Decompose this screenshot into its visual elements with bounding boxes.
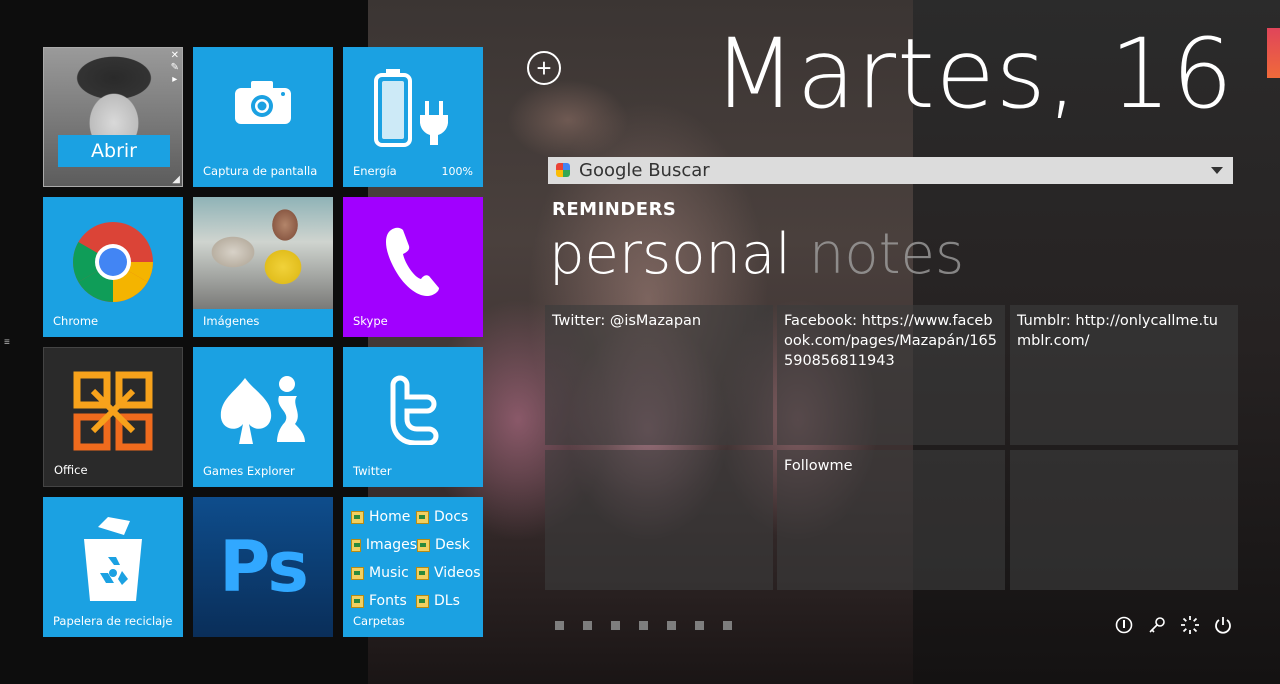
office-icon [44,348,182,473]
phone-icon [343,197,483,327]
accent-edge-strip [1267,28,1280,78]
page-dot[interactable] [667,621,676,630]
folder-icon [351,510,364,524]
folder-link-dls[interactable]: DLs [416,593,481,609]
folder-link-images[interactable]: Images [351,537,417,553]
note-card[interactable]: Followme [777,450,1005,590]
folder-icon [351,538,361,552]
tile-label: Captura de pantalla [203,164,318,178]
folder-icon [416,594,429,608]
folder-icon [351,594,364,608]
folder-link-docs[interactable]: Docs [416,509,481,525]
page-dot[interactable] [695,621,704,630]
resize-grip-icon[interactable]: ◢ [172,174,180,185]
search-engine-select[interactable]: Google Buscar [548,157,1233,184]
chrome-icon [43,197,183,327]
page-dot[interactable] [555,621,564,630]
battery-percent: 100% [441,165,473,178]
tile-photoshop[interactable]: Ps [193,497,333,637]
settings-icon[interactable] [1180,615,1200,635]
twitter-icon [343,347,483,472]
tile-chrome[interactable]: Chrome [43,197,183,337]
info-icon[interactable] [1114,615,1134,635]
folder-link-videos[interactable]: Videos [416,565,481,581]
key-icon[interactable] [1147,615,1167,635]
tile-label: Imágenes [203,314,260,328]
drag-handle-icon[interactable]: ≡ [4,337,10,348]
folder-link-desk[interactable]: Desk [417,537,481,553]
page-indicator [555,621,751,630]
tile-label: Skype [353,314,388,328]
user-tile[interactable]: ✕ ✎ ▸ Abrir ◢ [43,47,183,187]
plus-icon: + [536,53,552,83]
tile-label: Games Explorer [203,464,295,478]
google-icon [556,163,570,177]
battery-icon [343,47,483,167]
note-card[interactable]: Tumblr: http://onlycallme.tumblr.com/ [1010,305,1238,445]
folder-link-home[interactable]: Home [351,509,416,525]
games-icon [193,347,333,477]
tile-label: Carpetas [353,614,405,628]
tile-label: Office [54,463,88,477]
tile-skype[interactable]: Skype [343,197,483,337]
tile-office[interactable]: Office [43,347,183,487]
note-card[interactable]: Facebook: https://www.facebook.com/pages… [777,305,1005,445]
page-dot[interactable] [723,621,732,630]
tile-label: Energía [353,164,397,178]
tile-twitter[interactable]: Twitter [343,347,483,487]
tile-label: Papelera de reciclaje [53,614,173,628]
reminders-heading: REMINDERS [552,199,677,220]
folder-icon [416,566,429,580]
tile-label: Chrome [53,314,99,328]
camera-icon [193,47,333,157]
tile-energy[interactable]: Energía 100% [343,47,483,187]
pivot-tab-notes[interactable]: notes [809,222,964,287]
photoshop-icon: Ps [193,497,333,637]
recycle-bin-icon [43,497,183,622]
page-dot[interactable] [611,621,620,630]
folder-link-music[interactable]: Music [351,565,416,581]
add-tile-button[interactable]: + [527,51,561,85]
folder-icon [351,566,364,580]
folder-link-fonts[interactable]: Fonts [351,593,416,609]
note-card[interactable] [545,450,773,590]
page-dot[interactable] [583,621,592,630]
date-display: Martes, 16 [712,18,1234,130]
tile-games-explorer[interactable]: Games Explorer [193,347,333,487]
tile-label: Twitter [353,464,392,478]
folder-icon [417,538,430,552]
wrench-icon[interactable]: ✎ [171,62,179,74]
open-button[interactable]: Abrir [58,135,170,167]
tile-screenshot[interactable]: Captura de pantalla [193,47,333,187]
tile-images[interactable]: Imágenes [193,197,333,337]
close-icon[interactable]: ✕ [171,50,179,62]
images-thumbnail [193,197,333,309]
page-dot[interactable] [639,621,648,630]
folder-list: Home Docs Images Desk Music Videos Fonts… [351,503,481,615]
power-icon[interactable] [1213,615,1233,635]
search-engine-label: Google Buscar [579,160,710,181]
folder-icon [416,510,429,524]
chevron-down-icon[interactable] [1211,167,1223,174]
photoshop-glyph: Ps [219,526,309,608]
reminders-pivot: personal notes [549,222,964,287]
note-card[interactable] [1010,450,1238,590]
tile-folders[interactable]: Home Docs Images Desk Music Videos Fonts… [343,497,483,637]
note-card[interactable]: Twitter: @isMazapan [545,305,773,445]
arrow-icon[interactable]: ▸ [171,74,179,86]
tile-mini-icons[interactable]: ✕ ✎ ▸ [171,50,179,86]
pivot-tab-personal[interactable]: personal [549,222,791,287]
tile-recycle-bin[interactable]: Papelera de reciclaje [43,497,183,637]
